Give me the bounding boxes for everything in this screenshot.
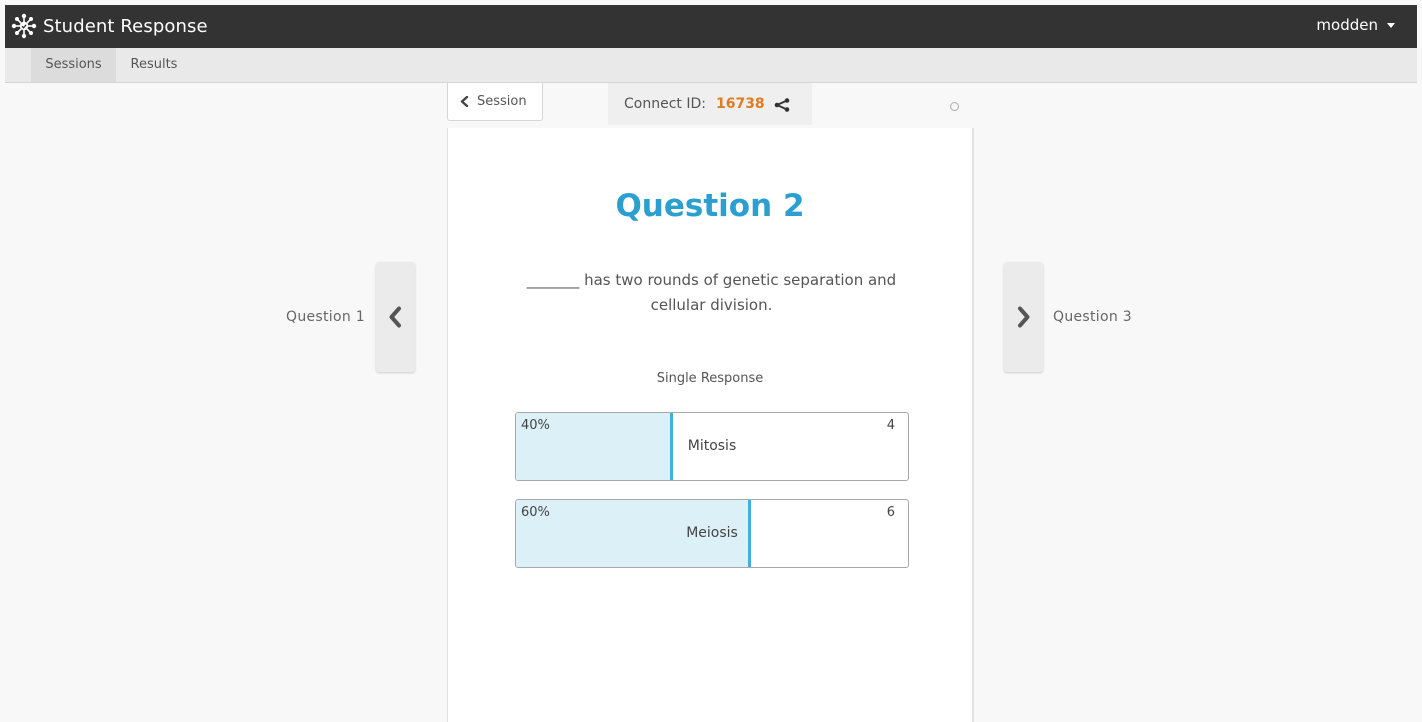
answer-count: 6 (886, 505, 895, 520)
sub-navigation: Sessions Results (5, 48, 1417, 83)
previous-question-button[interactable] (375, 262, 415, 372)
network-logo-icon (11, 13, 37, 39)
tab-results[interactable]: Results (123, 48, 185, 82)
back-to-session-button[interactable]: Session (447, 83, 543, 121)
question-card: Question 2 _______ has two rounds of gen… (447, 128, 974, 722)
next-question-label[interactable]: Question 3 (1053, 309, 1132, 325)
user-menu[interactable]: modden (1316, 16, 1395, 34)
caret-down-icon (1387, 22, 1395, 28)
next-question-nav: Question 3 (1004, 262, 1132, 372)
status-circle-icon (950, 102, 959, 111)
answer-label: Mitosis (687, 438, 737, 454)
username: modden (1316, 16, 1378, 34)
answer-count: 4 (886, 418, 895, 433)
app-title: Student Response (43, 15, 208, 37)
connect-id-label: Connect ID: (624, 96, 706, 112)
previous-question-nav: Question 1 (286, 262, 415, 372)
chevron-left-icon (460, 96, 469, 107)
brand[interactable]: Student Response (11, 13, 208, 39)
next-question-button[interactable] (1004, 262, 1043, 372)
answer-percent: 40% (521, 418, 550, 433)
question-text: _______ has two rounds of genetic separa… (526, 271, 897, 314)
connect-id-value: 16738 (715, 96, 765, 112)
top-navbar: Student Response modden (5, 5, 1417, 48)
session-button-label: Session (477, 94, 527, 109)
answer-label: Meiosis (686, 525, 738, 541)
answer-option: 40% 4 Mitosis (515, 412, 909, 481)
answer-percent: 60% (521, 505, 550, 520)
share-icon[interactable] (774, 98, 790, 112)
tab-sessions[interactable]: Sessions (31, 48, 116, 82)
answer-option: 60% 6 Meiosis (515, 499, 909, 568)
chevron-left-icon (389, 306, 402, 328)
previous-question-label[interactable]: Question 1 (286, 309, 365, 325)
response-type-label: Single Response (656, 371, 764, 386)
chevron-right-icon (1017, 306, 1029, 328)
connect-id-box: Connect ID: 16738 (608, 83, 812, 125)
question-title: Question 2 (615, 188, 805, 224)
